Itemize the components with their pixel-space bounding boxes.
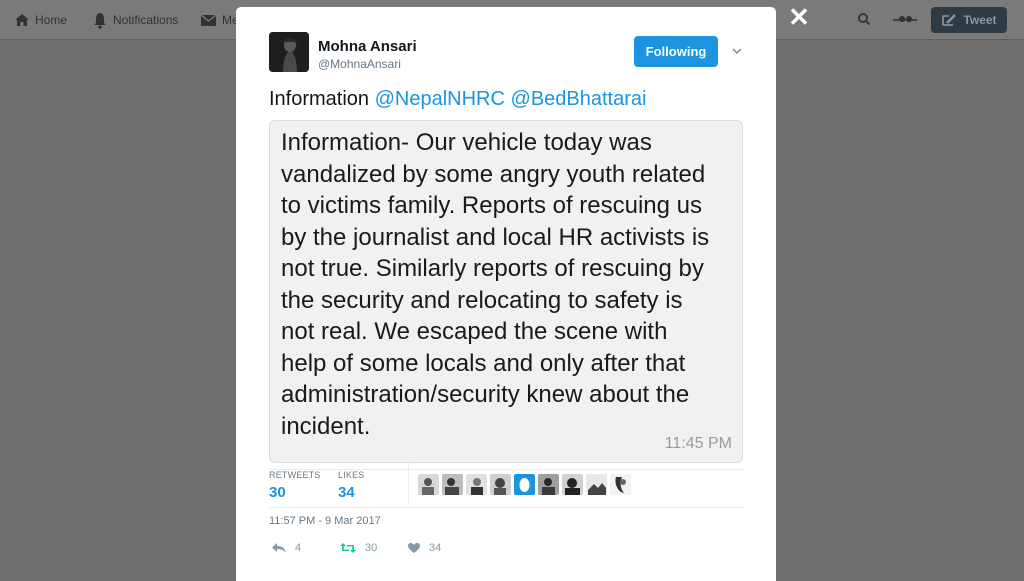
nav-notifications[interactable]: Notifications [92,0,178,40]
liker-avatar[interactable] [538,474,559,495]
author-name[interactable]: Mohna Ansari [318,38,417,55]
compose-icon [942,14,957,26]
reply-count: 4 [295,542,302,554]
close-modal-icon[interactable]: ✕ [788,4,810,30]
tweet-image[interactable]: Information- Our vehicle today was vanda… [269,120,743,463]
nav-messages[interactable]: Me [200,0,239,40]
liker-avatar[interactable] [490,474,511,495]
liker-avatar[interactable] [586,474,607,495]
likers-avatars [418,474,631,495]
likes-label: LIKES [338,470,365,480]
envelope-icon [200,13,217,26]
divider [269,507,743,508]
image-timestamp: 11:45 PM [664,435,732,452]
profile-avatar-icon[interactable] [892,12,918,33]
reply-button[interactable]: 4 [271,542,301,554]
image-text-line: not true. Similarly reports of rescuing … [281,255,704,282]
following-button[interactable]: Following [634,36,718,67]
chevron-down-icon[interactable] [731,45,743,57]
retweet-count: 30 [365,542,378,554]
tweet-text: Information @NepalNHRC @BedBhattarai [269,88,646,111]
image-text-line: by the journalist and local HR activists… [281,223,710,251]
author-handle[interactable]: @MohnaAnsari [318,57,401,71]
liker-avatar[interactable] [466,474,487,495]
nav-home-label: Home [35,13,68,27]
retweets-label: RETWEETS [269,470,321,480]
heart-icon [408,543,420,553]
retweets-stat[interactable]: RETWEETS 30 [269,468,321,501]
like-button[interactable]: 34 [407,542,441,554]
tweet-text-prefix: Information [269,88,375,110]
retweet-button[interactable]: 30 [339,542,377,554]
liker-avatar[interactable] [442,474,463,495]
like-count: 34 [429,542,442,554]
image-text-line: incident. [281,412,371,440]
tweet-timestamp[interactable]: 11:57 PM - 9 Mar 2017 [269,515,381,527]
mention-link[interactable]: @NepalNHRC [375,88,505,110]
retweet-icon [340,543,356,553]
compose-tweet-label: Tweet [963,13,997,27]
image-text-line: vandalized by some angry youth related [281,160,706,188]
image-text-line: the security and relocating to safety is [281,286,683,314]
mention-link[interactable]: @BedBhattarai [511,88,647,110]
image-text-line: to victims family. Reports of rescuing u… [281,192,703,219]
divider [408,463,409,503]
image-text-line: not real. We escaped the scene with [281,318,668,345]
search-icon[interactable] [857,12,871,31]
compose-tweet-button[interactable]: Tweet [931,7,1007,33]
home-icon [15,14,29,26]
liker-avatar[interactable] [514,474,535,495]
nav-notifications-label: Notifications [113,13,179,27]
liker-avatar[interactable] [562,474,583,495]
liker-avatar[interactable] [418,474,439,495]
reply-icon [272,543,286,553]
nav-home[interactable]: Home [14,0,67,40]
likes-count[interactable]: 34 [338,484,365,501]
image-text-line: administration/security knew about the [281,381,690,408]
image-text-line: help of some locals and only after that [281,349,686,377]
image-text-line: Information- Our vehicle today was [281,129,652,156]
bell-icon [94,13,106,29]
likes-stat[interactable]: LIKES 34 [338,468,365,501]
tweet-modal: Mohna Ansari @MohnaAnsari Following Info… [236,7,776,581]
author-avatar[interactable] [269,32,309,72]
liker-avatar[interactable] [610,474,631,495]
retweets-count[interactable]: 30 [269,484,321,501]
